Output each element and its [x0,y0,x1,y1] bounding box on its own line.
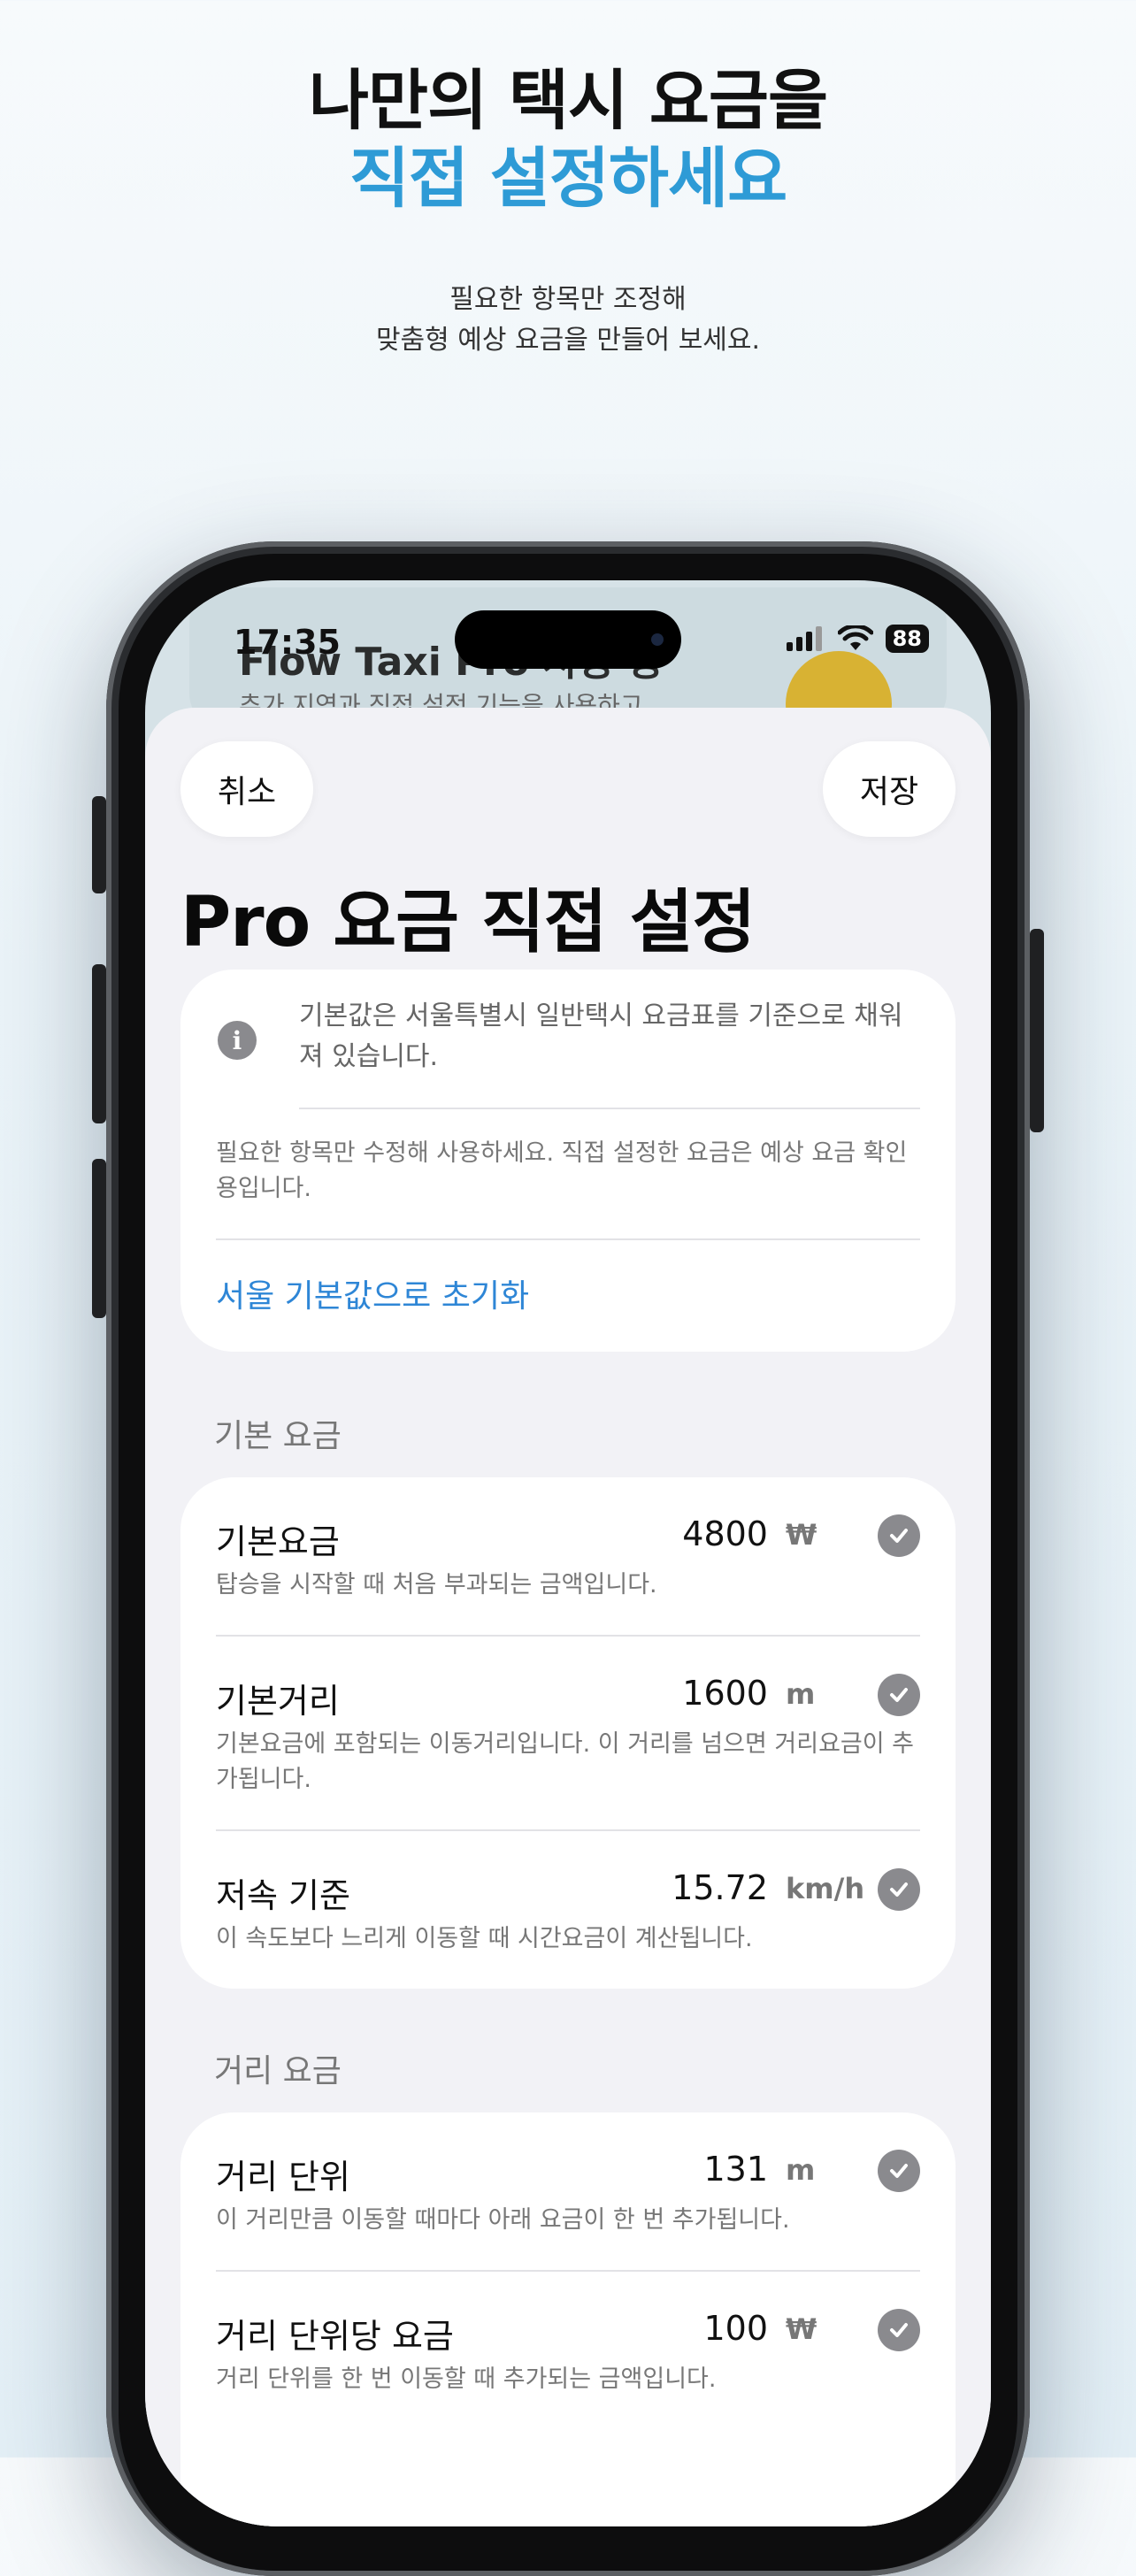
info-note: 필요한 항목만 수정해 사용하세요. 직접 설정한 요금은 예상 요금 확인용입… [216,1139,908,1202]
checkmark-icon[interactable] [878,2150,920,2192]
info-icon: i [218,1021,257,1060]
camera-icon [651,633,664,646]
signal-icon [786,626,822,651]
row-description: 이 속도보다 느리게 이동할 때 시간요금이 계산됩니다. [216,1925,753,1952]
hero-subtitle-line-1: 필요한 항목만 조정해 [449,284,687,315]
dynamic-island [455,610,681,669]
hero-title-line-1: 나만의 택시 요금을 [308,63,828,139]
section-label-base-fare: 기본 요금 [214,1418,342,1454]
info-card: i 기본값은 서울특별시 일반택시 요금표를 기준으로 채워져 있습니다. 필요… [180,970,956,1352]
info-message: 기본값은 서울특별시 일반택시 요금표를 기준으로 채워져 있습니다. [299,1000,903,1072]
row-unit: ₩ [786,1518,817,1552]
save-button[interactable]: 저장 [823,741,956,837]
action-button [92,796,106,893]
row-label: 거리 단위당 요금 [216,2317,454,2356]
checkmark-icon[interactable] [878,1674,920,1716]
hero-title-line-2: 직접 설정하세요 [349,141,787,217]
row-unit: km/h [786,1872,865,1905]
page-title: Pro 요금 직접 설정 [180,883,756,962]
status-time: 17:35 [234,623,341,662]
row-unit: ₩ [786,2312,817,2346]
divider [216,1635,920,1637]
fare-per-distance-unit-input[interactable]: 100 [703,2309,768,2348]
divider [216,2270,920,2272]
base-fare-input[interactable]: 4800 [682,1514,768,1553]
hero-subtitle: 필요한 항목만 조정해 맞춤형 예상 요금을 만들어 보세요. [0,280,1136,361]
row-description: 이 거리만큼 이동할 때마다 아래 요금이 한 번 추가됩니다. [216,2206,790,2234]
checkmark-icon[interactable] [878,1868,920,1911]
distance-unit-input[interactable]: 131 [703,2150,768,2189]
row-label: 기본거리 [216,1682,340,1721]
power-button [1030,929,1044,1132]
reset-to-seoul-defaults-link[interactable]: 서울 기본값으로 초기화 [216,1270,529,1316]
section-label-distance-fare: 거리 요금 [214,2053,342,2089]
divider [299,1108,920,1109]
volume-down-button [92,1159,106,1318]
row-label: 기본요금 [216,1522,340,1561]
divider [216,1829,920,1831]
volume-up-button [92,964,106,1123]
base-fare-card: 기본요금 4800 ₩ 탑승을 시작할 때 처음 부과되는 금액입니다. 기본거… [180,1477,956,1989]
hero-subtitle-line-2: 맞춤형 예상 요금을 만들어 보세요. [375,325,761,356]
divider [216,1238,920,1240]
base-distance-input[interactable]: 1600 [682,1674,768,1713]
pro-fare-settings-sheet: 취소 저장 Pro 요금 직접 설정 i 기본값은 서울특별시 일반택시 요금표… [145,708,991,2526]
checkmark-icon[interactable] [878,1514,920,1557]
row-label: 저속 기준 [216,1876,350,1915]
row-description: 거리 단위를 한 번 이동할 때 추가되는 금액입니다. [216,2365,717,2393]
row-description: 탑승을 시작할 때 처음 부과되는 금액입니다. [216,1571,657,1598]
row-unit: m [786,1677,816,1711]
checkmark-icon[interactable] [878,2309,920,2351]
phone-screen: Flow Taxi Pro 사용 중 추가 지역과 직접 설정 기능을 사용하고… [145,580,991,2526]
low-speed-threshold-input[interactable]: 15.72 [672,1868,768,1907]
battery-indicator: 88 [885,625,929,653]
hero-title: 나만의 택시 요금을 직접 설정하세요 [0,62,1136,218]
cancel-button[interactable]: 취소 [180,741,313,837]
wifi-icon [837,625,873,650]
row-description: 기본요금에 포함되는 이동거리입니다. 이 거리를 넘으면 거리요금이 추가됩니… [216,1730,915,1793]
status-icons: 88 [786,625,929,653]
row-label: 거리 단위 [216,2158,350,2196]
distance-fare-card: 거리 단위 131 m 이 거리만큼 이동할 때마다 아래 요금이 한 번 추가… [180,2112,956,2526]
row-unit: m [786,2153,816,2187]
